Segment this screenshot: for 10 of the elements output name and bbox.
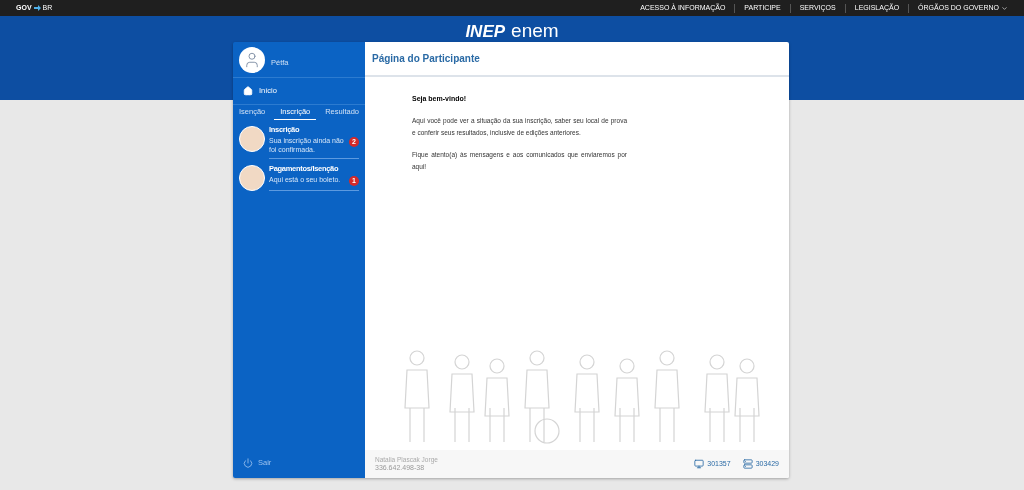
power-icon — [243, 458, 253, 468]
page-title: Página do Participante — [372, 52, 480, 66]
arrow-icon — [33, 5, 41, 11]
avatar — [239, 126, 265, 152]
home-icon — [243, 86, 253, 96]
server-icon — [742, 459, 753, 469]
monitor-icon — [694, 459, 705, 469]
avatar — [239, 165, 265, 191]
caret-icon — [1001, 4, 1008, 12]
inep-enem-logo: INEP enem — [465, 21, 559, 39]
